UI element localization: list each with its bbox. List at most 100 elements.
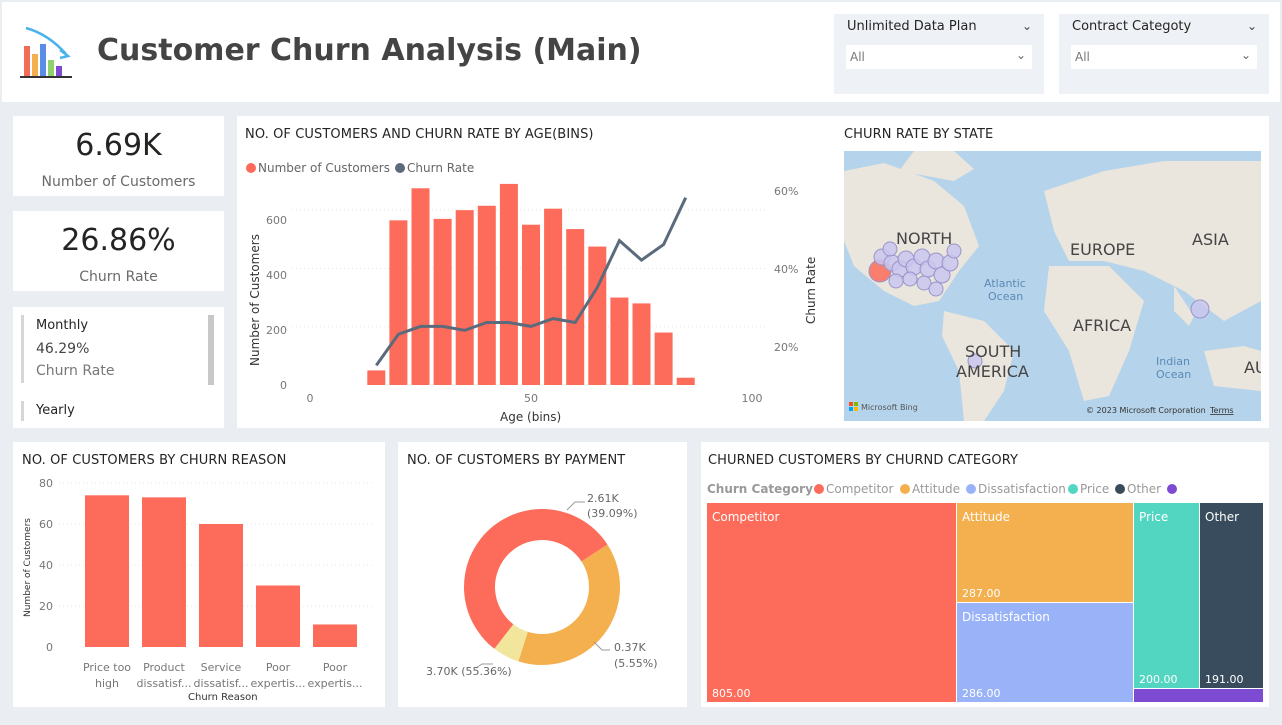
map-label: Indian: [1156, 355, 1190, 368]
chevron-down-icon[interactable]: ⌄: [1247, 19, 1257, 33]
label-leader-line: [593, 641, 610, 651]
copyright-label: © 2023 Microsoft Corporation: [1086, 406, 1206, 415]
slicer-title: Unlimited Data Plan: [847, 19, 977, 34]
legend-title: Churn Category: [707, 482, 813, 496]
map-label: NORTH: [896, 229, 952, 248]
y-tick-label: 80: [39, 477, 53, 490]
kpi-value: 26.86%: [61, 223, 176, 258]
bing-label: Microsoft Bing: [861, 403, 918, 412]
map-label: Atlantic: [984, 277, 1026, 290]
chevron-down-icon[interactable]: ⌄: [1022, 19, 1032, 33]
slicer-dropdown[interactable]: All ⌄: [846, 45, 1032, 69]
map-label: EUROPE: [1070, 240, 1135, 259]
legend-label: Price: [1080, 482, 1109, 496]
chevron-down-icon: ⌄: [1015, 48, 1026, 62]
x-tick-label: 100: [742, 392, 763, 405]
treemap-tile: [1134, 503, 1199, 688]
y2-axis-title: Churn Rate: [804, 257, 818, 324]
customer-bar: [367, 370, 386, 385]
y-tick-label: 60: [39, 518, 53, 531]
contract-name: Yearly: [36, 403, 75, 418]
slicer-title: Contract Categoty: [1072, 19, 1192, 34]
kpi-label: Churn Rate: [79, 269, 158, 285]
y-tick-label: 20: [39, 600, 53, 613]
state-bubble: [928, 281, 944, 297]
x-tick-label: 0: [307, 392, 314, 405]
customer-bar: [566, 229, 585, 385]
age-combo-chart: Number of Customers Churn Rate Number of…: [246, 161, 818, 424]
donut-slice: [518, 544, 620, 665]
legend-label: Competitor: [826, 482, 893, 496]
tile-category-label: Attitude: [962, 510, 1010, 524]
slicer-value: All: [1075, 50, 1090, 64]
terms-link[interactable]: Terms: [1209, 406, 1234, 415]
x-axis-title: Age (bins): [500, 410, 561, 424]
slicer-dropdown[interactable]: All ⌄: [1071, 45, 1257, 69]
state-bubble: [1190, 299, 1210, 319]
treemap-tile: [707, 503, 956, 702]
legend-label: Dissatisfaction: [978, 482, 1066, 496]
tile-value-label: 200.00: [1139, 673, 1178, 686]
slice-label: (39.09%): [587, 507, 638, 520]
reason-bar: [199, 524, 243, 647]
payment-donut-chart: 2.61K (39.09%) 0.37K (5.55%) 3.70K (55.3…: [426, 492, 658, 678]
y-axis-title: Number of Customers: [248, 234, 262, 366]
x-tick-label: dissatisf...: [194, 677, 249, 690]
contract-name: Monthly: [36, 318, 89, 333]
map-label: ASIA: [1192, 230, 1229, 249]
world-map[interactable]: NORTH EUROPE ASIA AFRICA SOUTH AMERICA A…: [844, 151, 1261, 421]
state-bubble: [888, 273, 904, 289]
legend-label: Attitude: [912, 482, 960, 496]
y-tick-label: 0: [46, 641, 53, 654]
contract-category-slicer[interactable]: Contract Categoty ⌄ All ⌄: [1059, 14, 1269, 94]
customer-bar: [411, 188, 430, 385]
legend-marker: [1115, 484, 1125, 494]
reason-bar: [142, 497, 186, 647]
treemap-tile: [1200, 503, 1263, 688]
slice-label: 3.70K (55.36%): [426, 665, 512, 678]
customer-bar: [433, 218, 452, 385]
state-map-card: CHURN RATE BY STATE NORTH EUROPE ASIA AF…: [836, 116, 1269, 428]
legend-label-churn-rate: Churn Rate: [407, 161, 474, 175]
map-label: SOUTH: [965, 342, 1021, 361]
payment-donut-card: NO. OF CUSTOMERS BY PAYMENT 2.61K (39.09…: [398, 442, 687, 707]
x-tick-label: Service: [201, 661, 242, 674]
legend-marker: [966, 484, 976, 494]
customer-bar: [544, 208, 563, 385]
report-header: Customer Churn Analysis (Main) Unlimited…: [2, 2, 1280, 102]
map-label: AUS: [1244, 358, 1261, 377]
tile-value-label: 286.00: [962, 687, 1001, 700]
legend-label-customers: Number of Customers: [258, 161, 390, 175]
y-tick-label: 40: [39, 559, 53, 572]
legend-label: Other: [1127, 482, 1161, 496]
customer-bar: [499, 183, 518, 385]
category-treemap: Churn Category Competitor Attitude Dissa…: [707, 482, 1263, 702]
contract-multirow-card[interactable]: Monthly 46.29% Churn Rate Yearly: [13, 307, 224, 428]
scrollbar[interactable]: [208, 315, 214, 385]
tile-category-label: Dissatisfaction: [962, 610, 1050, 624]
legend-marker: [900, 484, 910, 494]
customer-bar: [654, 332, 673, 385]
x-tick-label: expertis...: [308, 677, 363, 690]
state-bubble: [902, 271, 918, 287]
y-tick-label: 0: [280, 379, 287, 392]
slice-label: 0.37K: [614, 641, 646, 654]
y-tick-label: 400: [266, 269, 287, 282]
unlimited-data-plan-slicer[interactable]: Unlimited Data Plan ⌄ All ⌄: [834, 14, 1044, 94]
customer-bar: [610, 297, 629, 385]
map-label: Ocean: [988, 290, 1023, 303]
slice-label: (5.55%): [614, 657, 658, 670]
treemap-tile: [1134, 689, 1263, 702]
label-leader-line: [566, 501, 585, 511]
churn-rate-kpi-card: 26.86% Churn Rate: [13, 211, 224, 291]
tile-category-label: Competitor: [712, 510, 779, 524]
x-tick-label: Poor: [266, 661, 291, 674]
chevron-down-icon: ⌄: [1240, 48, 1251, 62]
customer-bar: [676, 377, 695, 385]
tile-value-label: 805.00: [712, 687, 751, 700]
x-tick-label: Price too: [83, 661, 131, 674]
contract-label: Churn Rate: [36, 363, 115, 379]
y-tick-label: 200: [266, 324, 287, 337]
x-tick-label: Product: [143, 661, 185, 674]
map-label: AMERICA: [956, 362, 1029, 381]
